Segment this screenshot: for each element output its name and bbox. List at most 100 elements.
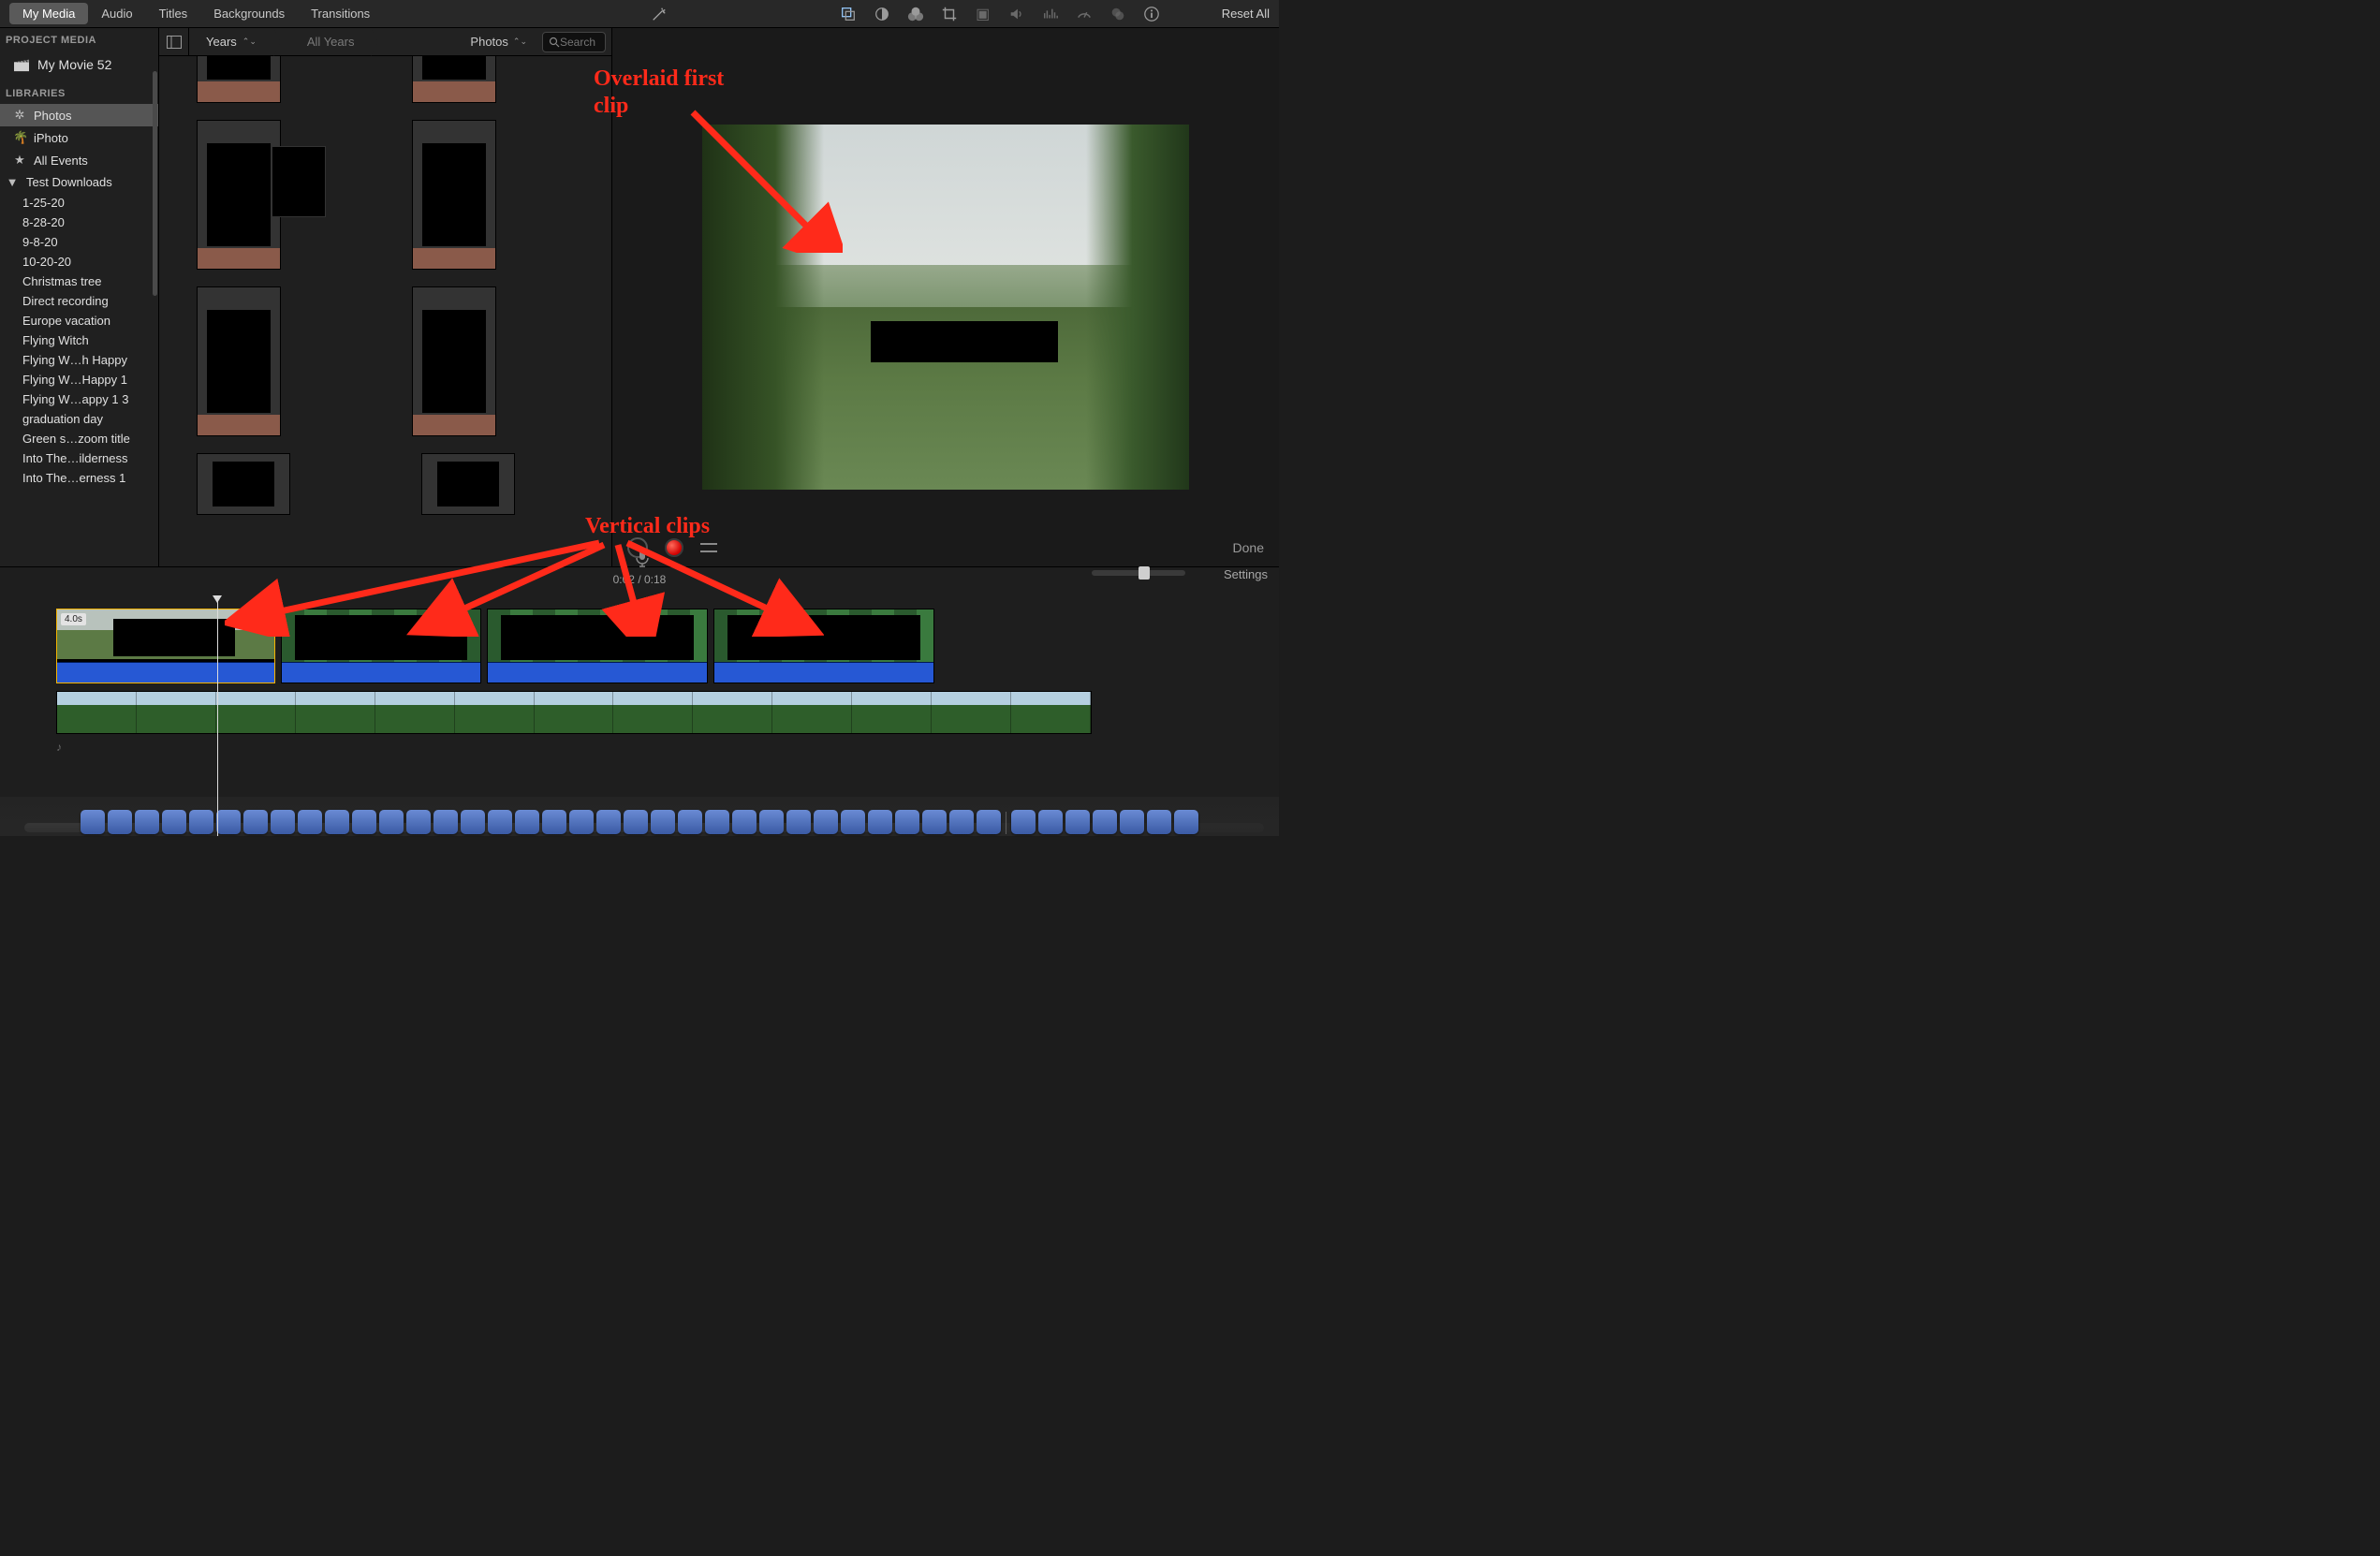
music-track[interactable]: ♪ xyxy=(56,740,1264,755)
dock-app-icon[interactable] xyxy=(977,810,1001,834)
voiceover-options-icon[interactable] xyxy=(700,541,717,554)
breadcrumb-years[interactable]: Years⌃⌄ xyxy=(189,28,273,56)
nav-my-media[interactable]: My Media xyxy=(9,3,88,24)
dock-app-icon[interactable] xyxy=(1174,810,1198,834)
event-item[interactable]: graduation day xyxy=(0,409,158,429)
lib-all-events[interactable]: ★All Events xyxy=(0,149,158,171)
dock-app-icon[interactable] xyxy=(461,810,485,834)
media-thumb[interactable] xyxy=(197,453,290,515)
record-button[interactable] xyxy=(665,538,683,557)
dock-app-icon[interactable] xyxy=(271,810,295,834)
media-thumb[interactable] xyxy=(412,286,496,436)
dock-app-icon[interactable] xyxy=(515,810,539,834)
lib-photos[interactable]: ✲Photos xyxy=(0,104,158,126)
dock-app-icon[interactable] xyxy=(949,810,974,834)
toggle-sidebar-button[interactable] xyxy=(159,28,189,56)
dock-app-icon[interactable] xyxy=(1065,810,1090,834)
event-item[interactable]: Into The…ilderness xyxy=(0,448,158,468)
nav-backgrounds[interactable]: Backgrounds xyxy=(200,3,298,24)
dock-app-icon[interactable] xyxy=(81,810,105,834)
event-item[interactable]: 1-25-20 xyxy=(0,193,158,213)
dock-app-icon[interactable] xyxy=(705,810,729,834)
event-item[interactable]: Flying W…h Happy xyxy=(0,350,158,370)
volume-icon[interactable] xyxy=(1008,6,1025,22)
dock-app-icon[interactable] xyxy=(732,810,757,834)
dock-app-icon[interactable] xyxy=(298,810,322,834)
magic-wand-icon[interactable] xyxy=(651,6,668,27)
dock-app-icon[interactable] xyxy=(759,810,784,834)
zoom-slider[interactable] xyxy=(1092,570,1185,576)
info-icon[interactable] xyxy=(1143,6,1160,22)
overlay-clip-3[interactable] xyxy=(487,609,708,683)
dock-app-icon[interactable] xyxy=(1011,810,1036,834)
search-box[interactable] xyxy=(542,32,606,52)
drag-preview-thumb[interactable] xyxy=(272,146,326,217)
dock-app-icon[interactable] xyxy=(1038,810,1063,834)
event-item[interactable]: Europe vacation xyxy=(0,311,158,330)
reset-all-button[interactable]: Reset All xyxy=(1222,7,1270,21)
nav-audio[interactable]: Audio xyxy=(88,3,145,24)
dock-app-icon[interactable] xyxy=(1147,810,1171,834)
dock-app-icon[interactable] xyxy=(1120,810,1144,834)
media-thumb[interactable] xyxy=(197,56,281,103)
color-balance-icon[interactable] xyxy=(874,6,890,22)
event-item[interactable]: Into The…erness 1 xyxy=(0,468,158,488)
event-item[interactable]: Direct recording xyxy=(0,291,158,311)
media-thumb[interactable] xyxy=(197,120,281,270)
dock-app-icon[interactable] xyxy=(488,810,512,834)
dock-app-icon[interactable] xyxy=(243,810,268,834)
dock-app-icon[interactable] xyxy=(895,810,919,834)
noise-icon[interactable] xyxy=(1042,6,1059,22)
timeline-settings-button[interactable]: Settings xyxy=(1224,567,1268,581)
dock-app-icon[interactable] xyxy=(922,810,947,834)
event-item[interactable]: 8-28-20 xyxy=(0,213,158,232)
media-thumb[interactable] xyxy=(412,120,496,270)
search-input[interactable] xyxy=(560,36,599,49)
stabilize-icon[interactable]: ▣ xyxy=(975,6,992,22)
zoom-knob[interactable] xyxy=(1139,566,1150,580)
sidebar-scrollbar[interactable] xyxy=(153,71,157,296)
dock-app-icon[interactable] xyxy=(814,810,838,834)
microphone-icon[interactable] xyxy=(633,549,652,567)
dock-app-icon[interactable] xyxy=(216,810,241,834)
dock-app-icon[interactable] xyxy=(406,810,431,834)
clip-audio-track[interactable] xyxy=(57,662,274,683)
dock-app-icon[interactable] xyxy=(162,810,186,834)
dock-app-icon[interactable] xyxy=(651,810,675,834)
dock-app-icon[interactable] xyxy=(624,810,648,834)
lib-test-downloads[interactable]: ▼Test Downloads xyxy=(0,171,158,193)
media-thumb[interactable] xyxy=(197,286,281,436)
primary-clip[interactable] xyxy=(56,691,1092,734)
dock-app-icon[interactable] xyxy=(569,810,594,834)
nav-titles[interactable]: Titles xyxy=(146,3,201,24)
dock-app-icon[interactable] xyxy=(1093,810,1117,834)
event-item[interactable]: 10-20-20 xyxy=(0,252,158,272)
dock-app-icon[interactable] xyxy=(786,810,811,834)
nav-transitions[interactable]: Transitions xyxy=(298,3,383,24)
filter-icon[interactable] xyxy=(1109,6,1126,22)
playhead[interactable] xyxy=(217,601,218,836)
dock-app-icon[interactable] xyxy=(135,810,159,834)
event-item[interactable]: 9-8-20 xyxy=(0,232,158,252)
dock-app-icon[interactable] xyxy=(379,810,404,834)
dock-app-icon[interactable] xyxy=(108,810,132,834)
done-button[interactable]: Done xyxy=(1233,540,1264,555)
dock-app-icon[interactable] xyxy=(325,810,349,834)
event-item[interactable]: Green s…zoom title xyxy=(0,429,158,448)
dock-app-icon[interactable] xyxy=(189,810,213,834)
dock-app-icon[interactable] xyxy=(596,810,621,834)
dock-app-icon[interactable] xyxy=(542,810,566,834)
color-correction-icon[interactable] xyxy=(907,6,924,22)
event-item[interactable]: Flying W…appy 1 3 xyxy=(0,389,158,409)
photos-filter[interactable]: Photos⌃⌄ xyxy=(459,35,538,49)
overlay-icon[interactable] xyxy=(840,6,857,22)
viewer-canvas[interactable] xyxy=(612,28,1279,529)
media-thumb[interactable] xyxy=(421,453,515,515)
event-item[interactable]: Flying W…Happy 1 xyxy=(0,370,158,389)
speed-icon[interactable] xyxy=(1076,6,1093,22)
overlay-clip-2[interactable] xyxy=(281,609,481,683)
media-thumb[interactable] xyxy=(412,56,496,103)
event-item[interactable]: Flying Witch xyxy=(0,330,158,350)
overlay-clip-1[interactable]: 4.0s xyxy=(56,609,275,683)
breadcrumb-all-years[interactable]: All Years xyxy=(290,28,372,56)
